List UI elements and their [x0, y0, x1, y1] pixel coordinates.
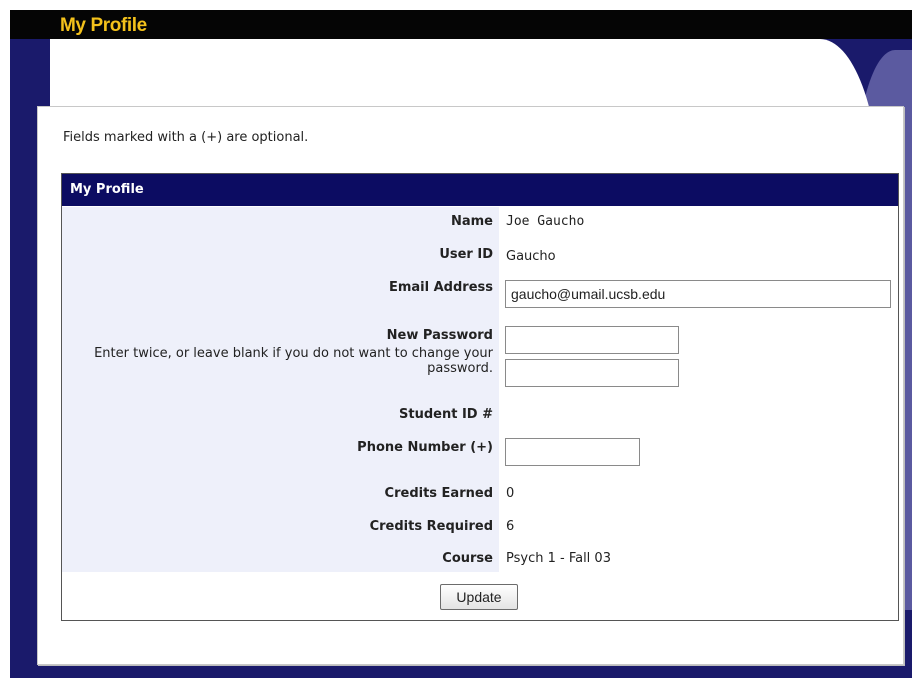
name-value: Joe Gaucho	[506, 214, 585, 229]
email-label: Email Address	[388, 280, 493, 295]
course-label: Course	[442, 551, 493, 566]
update-button[interactable]: Update	[440, 584, 518, 610]
title-bar: My Profile	[10, 10, 912, 39]
credits-required-value: 6	[506, 519, 515, 534]
label-column	[62, 207, 499, 572]
studentid-label: Student ID #	[399, 407, 493, 422]
optional-fields-note: Fields marked with a (+) are optional.	[63, 130, 309, 145]
credits-earned-label: Credits Earned	[384, 486, 493, 501]
userid-value: Gaucho	[506, 249, 556, 264]
name-label: Name	[450, 214, 493, 229]
profile-form: My Profile Name Joe Gaucho User ID Gauch…	[61, 173, 899, 621]
email-field[interactable]	[505, 280, 891, 308]
credits-required-label: Credits Required	[369, 519, 493, 534]
credits-earned-value: 0	[506, 486, 515, 501]
app-title: My Profile	[60, 15, 147, 36]
new-password-field[interactable]	[505, 326, 679, 354]
phone-field[interactable]	[505, 438, 640, 466]
userid-label: User ID	[439, 247, 493, 262]
course-value: Psych 1 - Fall 03	[506, 551, 611, 566]
confirm-password-field[interactable]	[505, 359, 679, 387]
password-label: New Password	[386, 328, 493, 343]
password-hint: Enter twice, or leave blank if you do no…	[94, 346, 493, 376]
phone-label: Phone Number (+)	[357, 440, 493, 455]
profile-card: Fields marked with a (+) are optional. M…	[37, 106, 904, 665]
form-header: My Profile	[62, 174, 898, 206]
